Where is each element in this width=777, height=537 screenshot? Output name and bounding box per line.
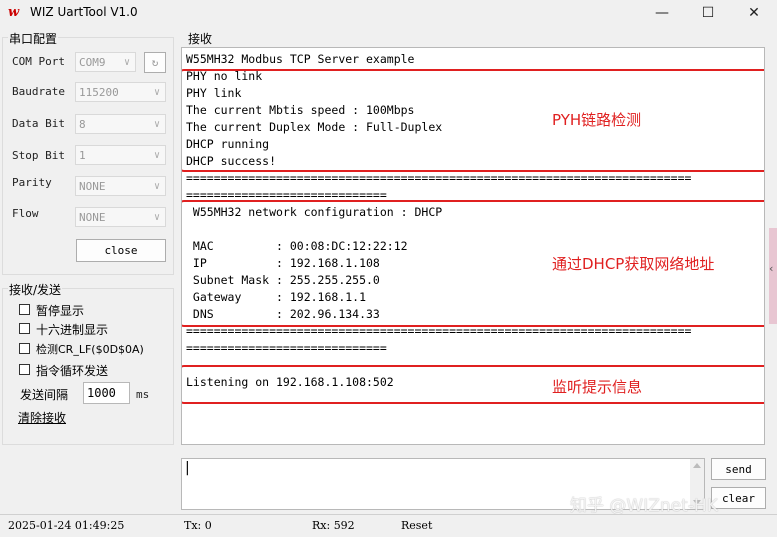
chevron-down-icon: ∨	[153, 181, 160, 192]
send-interval-input[interactable]: 1000	[83, 382, 130, 404]
annotation-phy-text: PYH链路检测	[552, 111, 642, 129]
loop-send-checkbox[interactable]	[19, 364, 30, 375]
baudrate-label: Baudrate	[12, 85, 65, 98]
refresh-icon: ↻	[151, 56, 159, 69]
stop-bit-label: Stop Bit	[12, 149, 65, 162]
status-bar: 2025-01-24 01:49:25 Tx: 0 Rx: 592 Reset	[0, 514, 777, 537]
send-interval-label: 发送间隔	[20, 388, 69, 402]
data-bit-value: 8	[79, 118, 86, 131]
baudrate-value: 115200	[79, 86, 119, 99]
close-window-button[interactable]: ✕	[731, 0, 777, 26]
pause-display-label: 暂停显示	[36, 304, 85, 318]
close-port-button[interactable]: close	[76, 239, 166, 262]
parity-value: NONE	[79, 180, 106, 193]
app-logo-icon: w	[8, 5, 20, 20]
chevron-down-icon: ∨	[153, 87, 160, 98]
refresh-ports-button[interactable]: ↻	[144, 52, 166, 73]
scroll-up-icon[interactable]	[693, 463, 701, 468]
status-rx: Rx: 592	[312, 519, 355, 532]
loop-send-label: 指令循环发送	[36, 364, 109, 378]
parity-select[interactable]: NONE ∨	[75, 176, 166, 196]
flow-select[interactable]: NONE ∨	[75, 207, 166, 227]
receive-line: W55MH32 Modbus TCP Server example	[186, 52, 415, 66]
flow-value: NONE	[79, 211, 106, 224]
maximize-button[interactable]: ☐	[685, 0, 731, 26]
annotation-box-listen	[182, 365, 764, 404]
text-cursor: |	[185, 460, 190, 476]
data-bit-label: Data Bit	[12, 117, 65, 130]
stop-bit-select[interactable]: 1 ∨	[75, 145, 166, 165]
receive-title: 接收	[188, 32, 213, 46]
receive-line: ========================================…	[186, 171, 692, 185]
crlf-label: 检测CR_LF($0D$0A)	[36, 343, 144, 356]
window-title: WIZ UartTool V1.0	[30, 5, 138, 19]
side-tab[interactable]	[769, 228, 777, 324]
annotation-listen-text: 监听提示信息	[552, 378, 643, 396]
hex-display-checkbox[interactable]	[19, 323, 30, 334]
pause-display-checkbox[interactable]	[19, 304, 30, 315]
hex-display-label: 十六进制显示	[36, 323, 109, 337]
watermark: 知乎 @WIZnet-HK	[570, 496, 718, 516]
chevron-down-icon: ∨	[153, 150, 160, 161]
chevron-down-icon: ∨	[153, 119, 160, 130]
chevron-left-icon: ‹	[769, 262, 774, 275]
receive-line: =============================	[186, 341, 387, 355]
stop-bit-value: 1	[79, 149, 86, 162]
annotation-dhcp-text: 通过DHCP获取网络地址	[552, 255, 715, 273]
status-tx: Tx: 0	[184, 519, 212, 532]
chevron-down-icon: ∨	[153, 212, 160, 223]
status-reset[interactable]: Reset	[401, 519, 432, 532]
com-port-select[interactable]: COM9 ∨	[75, 52, 136, 72]
com-port-value: COM9	[79, 56, 106, 69]
rxtx-title: 接收/发送	[8, 281, 63, 298]
chevron-down-icon: ∨	[123, 57, 130, 68]
clear-send-button[interactable]: clear	[711, 487, 766, 509]
parity-label: Parity	[12, 176, 52, 189]
crlf-checkbox[interactable]	[19, 343, 30, 354]
interval-unit-label: ms	[136, 388, 150, 401]
annotation-box-phy	[182, 69, 764, 172]
baudrate-select[interactable]: 115200 ∨	[75, 82, 166, 102]
status-time: 2025-01-24 01:49:25	[8, 519, 125, 532]
com-port-label: COM Port	[12, 55, 65, 68]
data-bit-select[interactable]: 8 ∨	[75, 114, 166, 134]
clear-receive-link[interactable]: 清除接收	[18, 409, 66, 426]
receive-text-area: W55MH32 Modbus TCP Server example PHY no …	[181, 47, 765, 445]
send-button[interactable]: send	[711, 458, 766, 480]
flow-label: Flow	[12, 207, 39, 220]
serial-config-title: 串口配置	[8, 30, 59, 47]
minimize-button[interactable]: —	[639, 0, 685, 26]
